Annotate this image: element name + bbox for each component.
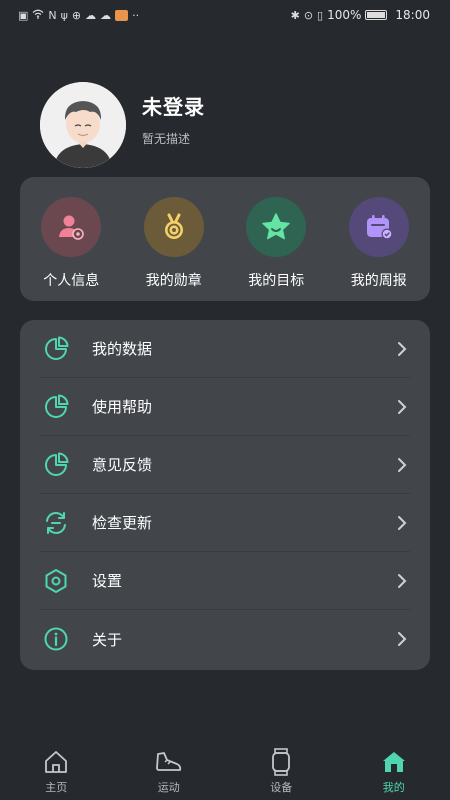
watch-icon (267, 747, 295, 776)
cloud-icon: ☁ (100, 8, 112, 22)
chevron-right-icon (394, 457, 410, 473)
bottom-tab-bar: 主页 运动 设备 我的 (0, 742, 450, 800)
location-icon: ⊙ (303, 8, 314, 22)
person-card-icon (41, 197, 102, 257)
star-icon (246, 197, 307, 257)
clock: 18:00 (395, 8, 430, 22)
shortcut-label: 我的勋章 (145, 273, 202, 289)
info-icon (40, 623, 72, 655)
tab-device[interactable]: 设备 (241, 747, 321, 795)
tab-label: 我的 (382, 780, 405, 794)
vibrate-icon: ▯ (317, 8, 324, 22)
menu-label: 关于 (92, 630, 123, 649)
chevron-right-icon (394, 399, 410, 415)
tab-label: 主页 (45, 780, 68, 794)
tab-label: 运动 (157, 780, 180, 794)
chevron-right-icon (394, 573, 410, 589)
shortcut-label: 我的目标 (248, 273, 305, 289)
shortcut-weekly-report[interactable]: 我的周报 (329, 197, 429, 290)
profile-header[interactable]: 未登录 暂无描述 (40, 82, 205, 168)
status-bar: ▣ N ψ ⊕ ☁ ☁ ·· ✱ ⊙ ▯ 100% 18:00 (0, 0, 450, 30)
menu-item-my-data[interactable]: 我的数据 (40, 320, 410, 378)
user-name[interactable]: 未登录 (142, 91, 205, 120)
hexagon-settings-icon (40, 565, 72, 597)
shoe-icon (155, 748, 183, 776)
menu-label: 设置 (92, 572, 123, 590)
chevron-right-icon (394, 341, 410, 357)
status-right: ✱ ⊙ ▯ 100% 18:00 (291, 8, 430, 22)
menu-label: 使用帮助 (92, 398, 153, 416)
battery-percent: 100% (327, 8, 362, 22)
avatar[interactable] (40, 82, 126, 168)
tab-home[interactable]: 主页 (16, 748, 96, 795)
globe-icon: ⊕ (71, 8, 82, 22)
shortcut-goals[interactable]: 我的目标 (226, 197, 326, 290)
battery-icon (365, 10, 388, 20)
chevron-right-icon (394, 515, 410, 531)
shortcut-label: 个人信息 (43, 273, 100, 289)
avatar-person-icon (40, 82, 126, 168)
menu-item-about[interactable]: 关于 (40, 610, 410, 668)
usb-icon: ψ (60, 8, 68, 22)
menu-label: 检查更新 (92, 514, 153, 532)
more-icon: ·· (132, 8, 140, 22)
calendar-check-icon (348, 197, 409, 257)
home-filled-icon (380, 748, 408, 776)
nfc-icon: N (48, 8, 57, 22)
menu-item-settings[interactable]: 设置 (40, 552, 410, 610)
user-description: 暂无描述 (142, 132, 191, 146)
menu-card: 我的数据 使用帮助 意见反馈 检查更新 设置 关于 (20, 320, 430, 670)
profile-text: 未登录 暂无描述 (142, 91, 205, 147)
tab-label: 设备 (270, 780, 293, 794)
shortcut-label: 我的周报 (350, 273, 407, 289)
wifi-icon (32, 9, 44, 21)
refresh-icon (40, 507, 72, 539)
pie-chart-icon (40, 391, 72, 423)
tab-sport[interactable]: 运动 (129, 748, 209, 795)
app-badge-icon (115, 9, 129, 21)
pie-chart-icon (40, 449, 72, 481)
cloud-icon: ☁ (85, 8, 97, 22)
menu-label: 我的数据 (92, 340, 153, 358)
tab-mine[interactable]: 我的 (354, 748, 434, 795)
shortcut-medals[interactable]: 我的勋章 (124, 197, 224, 290)
menu-item-feedback[interactable]: 意见反馈 (40, 436, 410, 494)
status-left: ▣ N ψ ⊕ ☁ ☁ ·· (18, 9, 139, 21)
menu-label: 意见反馈 (92, 456, 153, 474)
medal-icon (143, 197, 204, 257)
pie-chart-icon (40, 333, 72, 365)
menu-item-help[interactable]: 使用帮助 (40, 378, 410, 436)
notification-icon: ▣ (18, 8, 29, 22)
bluetooth-icon: ✱ (290, 8, 300, 22)
shortcut-personal-info[interactable]: 个人信息 (21, 197, 121, 290)
chevron-right-icon (394, 631, 410, 647)
shortcut-card: 个人信息 我的勋章 我的目标 我的周报 (20, 177, 430, 301)
home-icon (42, 748, 70, 776)
menu-item-check-update[interactable]: 检查更新 (40, 494, 410, 552)
